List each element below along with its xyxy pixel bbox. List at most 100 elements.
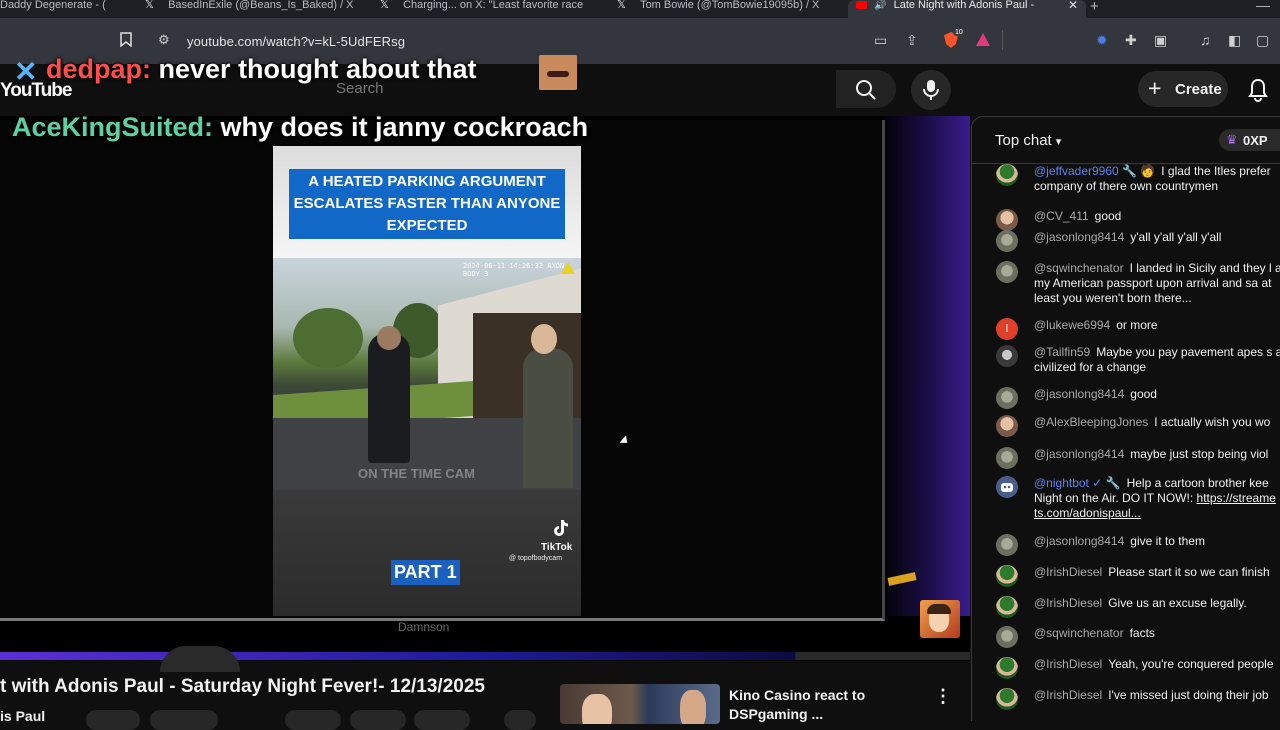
part-badge: PART 1 xyxy=(391,560,460,585)
woman-head xyxy=(531,324,557,354)
avatar-hair xyxy=(927,604,951,614)
chat-author[interactable]: @lukewe6994 xyxy=(1034,318,1110,332)
chat-author[interactable]: @IrishDiesel xyxy=(1034,596,1102,610)
browser-tab[interactable]: Daddy Degenerate - ( xyxy=(0,0,130,18)
recommended-video-title[interactable]: Kino Casino react to DSPgaming ... xyxy=(729,686,919,724)
search-button[interactable] xyxy=(836,70,896,108)
wallet-icon[interactable]: ▣ xyxy=(1154,32,1167,49)
tiktok-header-band: A HEATED PARKING ARGUMENT ESCALATES FAST… xyxy=(273,146,581,258)
browser-tab[interactable]: 𝕏 BasedInExile (@Beans_Is_Baked) / X xyxy=(145,0,360,18)
chat-author[interactable]: @jasonlong8414 xyxy=(1034,230,1124,244)
chat-author[interactable]: @Tailfin59 xyxy=(1034,345,1090,359)
sidebar-icon[interactable]: ◧ xyxy=(1228,32,1241,49)
chat-header: Top chat ▾ ♛ 0XP xyxy=(972,117,1280,164)
chat-mode-dropdown[interactable]: Top chat ▾ xyxy=(995,132,1061,149)
chat-message-body: @IrishDiesel I've missed just doing their… xyxy=(1034,688,1280,703)
officer-head xyxy=(377,326,401,350)
woman xyxy=(523,348,573,488)
chat-author[interactable]: @IrishDiesel xyxy=(1034,657,1102,671)
browser-tab[interactable]: 𝕏 Charging... on X: "Least favorite race xyxy=(380,0,595,18)
tiktok-label: TikTok xyxy=(541,542,573,553)
chat-author[interactable]: @jeffvader9960 🔧 🧑 xyxy=(1034,164,1155,178)
chat-message-body: @CV_411 good xyxy=(1034,209,1280,224)
create-button[interactable]: + Create xyxy=(1138,71,1228,107)
chat-avatar[interactable] xyxy=(996,261,1018,283)
tab-title: BasedInExile (@Beans_Is_Baked) / X xyxy=(168,0,354,11)
live-chat-panel: Top chat ▾ ♛ 0XP @jeffvader9960 🔧 🧑 I glad… xyxy=(971,116,1280,721)
chat-avatar[interactable] xyxy=(996,209,1018,231)
chat-author[interactable]: @jasonlong8414 xyxy=(1034,387,1124,401)
chat-avatar[interactable] xyxy=(996,387,1018,409)
chat-avatar[interactable] xyxy=(996,476,1018,498)
save-button[interactable] xyxy=(414,710,470,730)
minimize-icon[interactable]: — xyxy=(1256,0,1270,13)
chat-avatar[interactable] xyxy=(996,415,1018,437)
channel-name[interactable]: is Paul xyxy=(0,708,45,724)
chat-avatar[interactable] xyxy=(996,447,1018,469)
browser-tab-active[interactable]: 🔊 Late Night with Adonis Paul - ✕ xyxy=(848,0,1086,18)
tab-title: Late Night with Adonis Paul - xyxy=(893,0,1035,11)
voice-search-button[interactable] xyxy=(911,70,951,110)
chat-author[interactable]: @CV_411 xyxy=(1034,209,1089,223)
browser-tab[interactable]: 𝕏 Tom Bowie (@TomBowie19095b) / X xyxy=(617,0,832,18)
extension-gear-icon[interactable]: ✹ xyxy=(1096,32,1108,49)
close-tab-icon[interactable]: ✕ xyxy=(1068,0,1078,11)
subscribe-button[interactable] xyxy=(86,710,140,730)
share-icon[interactable]: ⇪ xyxy=(906,32,918,49)
extensions-puzzle-icon[interactable]: ✚ xyxy=(1125,32,1137,49)
chat-text: Yeah, you're conquered people xyxy=(1108,657,1274,671)
media-icon[interactable]: ♫ xyxy=(1200,32,1211,48)
chat-avatar[interactable] xyxy=(996,626,1018,648)
x-logo-icon: 𝕏 xyxy=(617,0,626,11)
chat-message-body: @sqwinchenator I landed in Sicily and the… xyxy=(1034,261,1280,306)
chat-avatar[interactable] xyxy=(996,164,1018,186)
chat-avatar[interactable] xyxy=(996,596,1018,618)
video-title: t with Adonis Paul - Saturday Night Feve… xyxy=(0,676,485,697)
chat-avatar[interactable] xyxy=(996,657,1018,679)
chat-message-body: @lukewe6994 or more xyxy=(1034,318,1280,333)
address-bar[interactable]: youtube.com/watch?v=kL-5UdFERsg xyxy=(187,34,405,49)
tree xyxy=(293,308,363,368)
overlay-chat-user: dedpap: xyxy=(46,54,151,84)
chat-avatar[interactable] xyxy=(996,534,1018,556)
chat-author[interactable]: @jasonlong8414 xyxy=(1034,447,1124,461)
like-button[interactable] xyxy=(150,710,218,730)
progress-bar[interactable] xyxy=(0,652,970,660)
chat-message-body: @nightbot ✓ 🔧 Help a cartoon brother kee … xyxy=(1034,476,1280,521)
clip-button[interactable] xyxy=(350,710,406,730)
more-actions-button[interactable] xyxy=(504,710,536,730)
xp-badge[interactable]: ♛ 0XP xyxy=(1219,129,1280,151)
cast-icon[interactable]: ▭ xyxy=(874,32,887,49)
x-logo-icon: 𝕏 xyxy=(380,0,389,11)
leo-icon[interactable]: ▢ xyxy=(1256,32,1269,49)
brave-rewards-icon[interactable] xyxy=(976,33,990,46)
bodycam-footage: 2024-06-11 14:26:32 AXON BODY 3 ON THE T… xyxy=(273,258,581,490)
tiktok-footer-band xyxy=(273,490,581,616)
site-settings-icon[interactable]: ⚙ xyxy=(158,32,170,48)
chat-avatar[interactable] xyxy=(996,565,1018,587)
chat-author[interactable]: @jasonlong8414 xyxy=(1034,534,1124,548)
chat-avatar[interactable] xyxy=(996,230,1018,252)
crown-icon: ♛ xyxy=(1226,132,1238,147)
chat-avatar[interactable] xyxy=(996,688,1018,710)
recommended-video-thumbnail[interactable] xyxy=(560,684,720,724)
chat-author[interactable]: @IrishDiesel xyxy=(1034,565,1102,579)
overlay-chat-user: AceKingSuited: xyxy=(12,112,214,142)
overlay-chat-text: why does it janny cockroach xyxy=(220,112,589,142)
chat-author[interactable]: @IrishDiesel xyxy=(1034,688,1102,702)
chat-author[interactable]: @nightbot ✓ 🔧 xyxy=(1034,476,1121,490)
new-tab-icon[interactable]: + xyxy=(1090,0,1099,15)
bookmark-icon[interactable] xyxy=(120,32,132,47)
scrubber-handle[interactable] xyxy=(160,646,240,672)
chat-text: y'all y'all y'all y'all xyxy=(1130,230,1222,244)
chat-author[interactable]: @sqwinchenator xyxy=(1034,261,1124,275)
notifications-bell-icon[interactable] xyxy=(1247,78,1269,102)
chat-author[interactable]: @sqwinchenator xyxy=(1034,626,1124,640)
chat-message-body: @Tailfin59 Maybe you pay pavement apes s … xyxy=(1034,345,1280,375)
more-options-icon[interactable]: ⋮ xyxy=(934,686,952,707)
chat-avatar[interactable] xyxy=(996,345,1018,367)
chat-author[interactable]: @AlexBleepingJones xyxy=(1034,415,1148,429)
share-button[interactable] xyxy=(285,710,341,730)
stream-background-glow xyxy=(880,116,970,616)
chat-avatar[interactable]: l xyxy=(996,318,1018,340)
